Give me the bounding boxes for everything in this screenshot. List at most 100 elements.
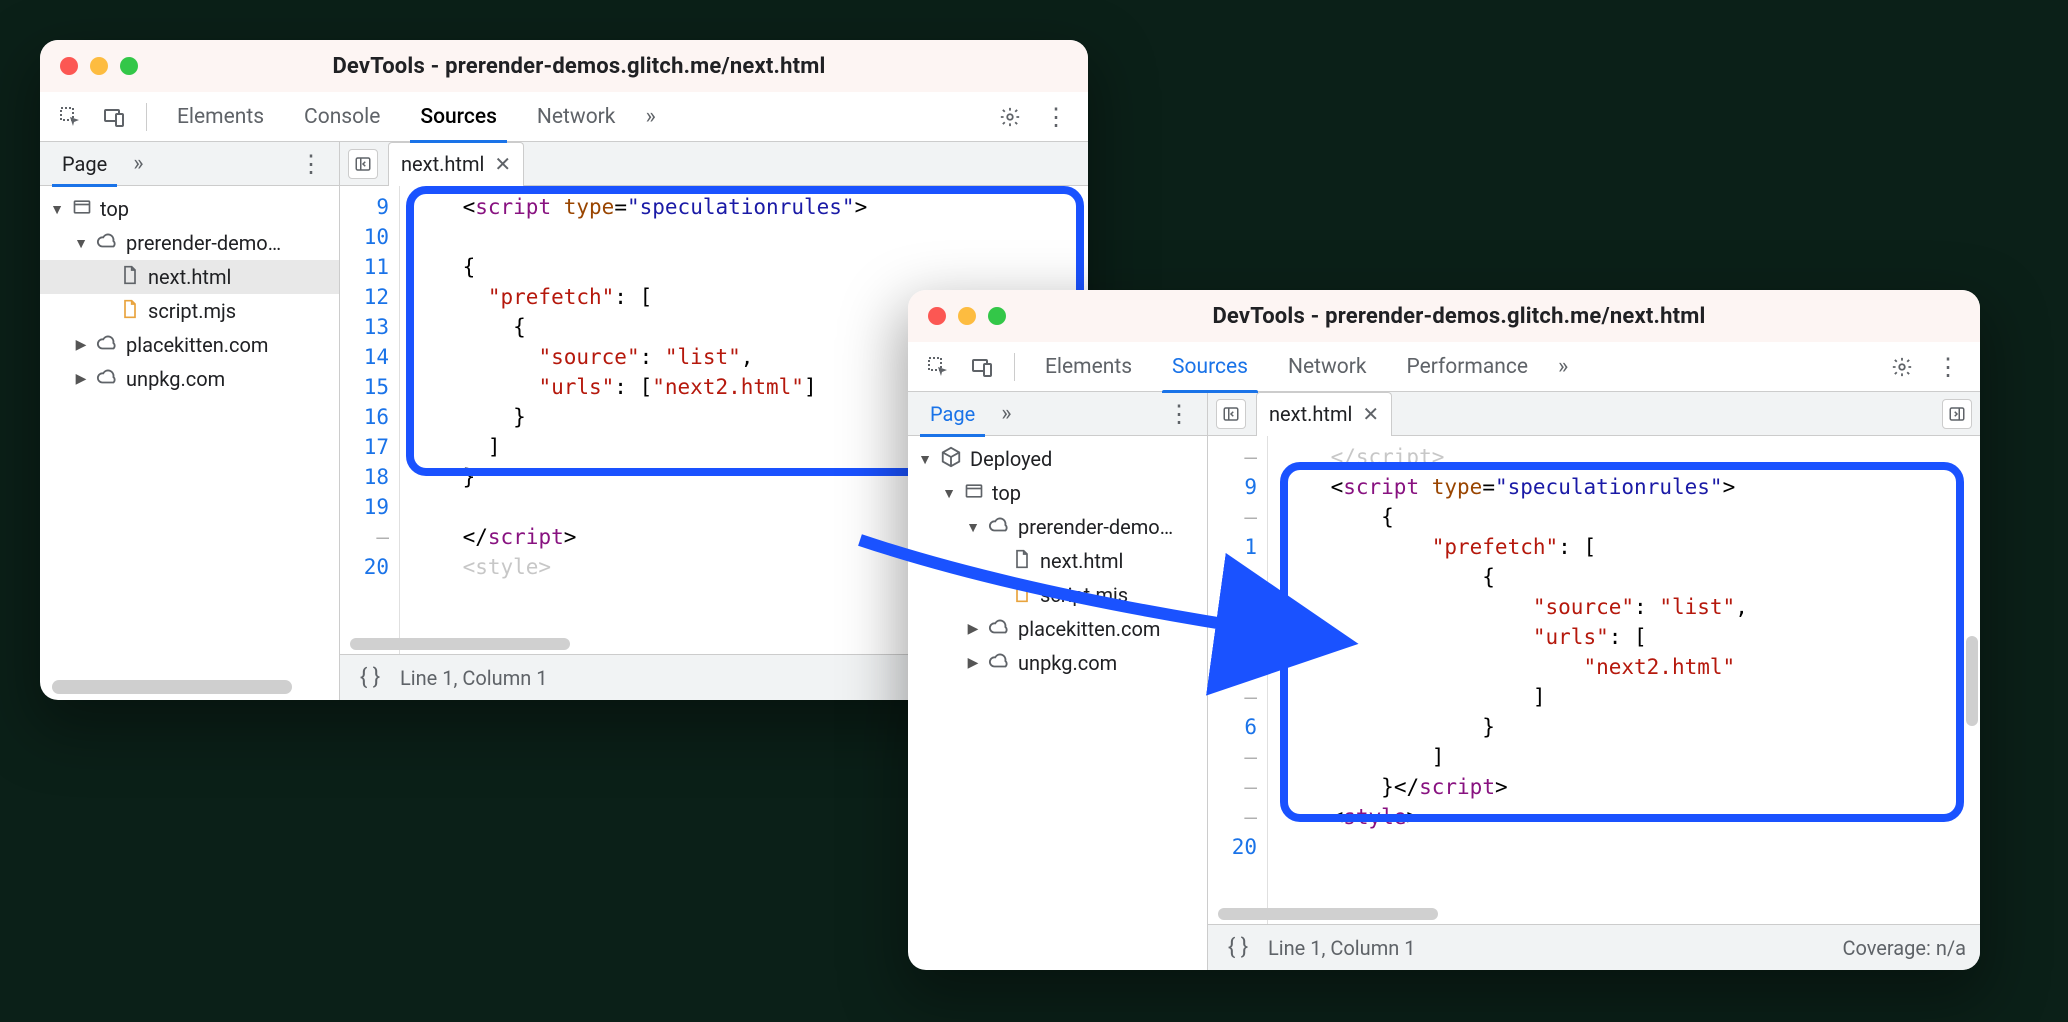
sidebar-more-icon[interactable]: » — [127, 151, 149, 176]
tree-row[interactable]: prerender-demo… — [40, 226, 339, 260]
sidebar-kebab-icon[interactable]: ⋮ — [1159, 400, 1199, 428]
disclosure-triangle-icon[interactable] — [74, 371, 88, 387]
pretty-print-icon[interactable]: { } — [354, 662, 386, 694]
tree-row[interactable]: next.html — [908, 544, 1207, 578]
close-tab-icon[interactable]: ✕ — [1362, 402, 1379, 426]
editor-tab[interactable]: next.html ✕ — [388, 142, 524, 186]
disclosure-triangle-icon[interactable] — [966, 519, 980, 536]
disclosure-triangle-icon[interactable] — [918, 451, 932, 468]
code-line: "prefetch": [ — [1280, 532, 1968, 562]
cloud-icon — [988, 514, 1010, 541]
tree-row[interactable]: top — [40, 192, 339, 226]
titlebar: DevTools - prerender-demos.glitch.me/nex… — [908, 290, 1980, 342]
filejs-icon — [120, 299, 140, 324]
sidebar-kebab-icon[interactable]: ⋮ — [291, 150, 331, 178]
line-number: – — [1208, 742, 1257, 772]
minimize-icon[interactable] — [958, 307, 976, 325]
kebab-icon[interactable]: ⋮ — [1036, 103, 1076, 131]
tree-row[interactable]: top — [908, 476, 1207, 510]
code-line: { — [1280, 562, 1968, 592]
more-tabs-icon[interactable]: » — [1552, 354, 1574, 379]
sidebar-tab-page[interactable]: Page — [916, 392, 989, 436]
divider — [146, 103, 147, 131]
tree-row[interactable]: Deployed — [908, 442, 1207, 476]
line-number: 1 — [1208, 532, 1257, 562]
disclosure-triangle-icon[interactable] — [966, 621, 980, 637]
horizontal-scrollbar[interactable] — [1218, 908, 1438, 920]
editor-tab[interactable]: next.html ✕ — [1256, 392, 1392, 436]
page-scrollbar[interactable] — [52, 680, 292, 694]
tab-performance[interactable]: Performance — [1390, 342, 1543, 392]
tree-label: top — [992, 481, 1021, 505]
pretty-print-icon[interactable]: { } — [1222, 932, 1254, 964]
tab-console[interactable]: Console — [288, 92, 396, 142]
tree-row[interactable]: next.html — [40, 260, 339, 294]
sidebar-tab-page[interactable]: Page — [48, 142, 121, 186]
minimize-icon[interactable] — [90, 57, 108, 75]
tab-elements[interactable]: Elements — [161, 92, 280, 142]
gear-icon[interactable] — [1884, 349, 1920, 385]
navigator-toggle-icon[interactable] — [1216, 399, 1246, 429]
debugger-toggle-icon[interactable] — [1942, 399, 1972, 429]
vertical-scrollbar[interactable] — [1966, 636, 1978, 726]
cloud-icon — [96, 332, 118, 359]
kebab-icon[interactable]: ⋮ — [1928, 353, 1968, 381]
disclosure-triangle-icon[interactable] — [942, 485, 956, 502]
line-number: 6 — [1208, 712, 1257, 742]
divider — [1014, 353, 1015, 381]
code-editor[interactable]: –9–1–3–––6–––20 </script> <script type="… — [1208, 436, 1980, 924]
tab-sources[interactable]: Sources — [1156, 342, 1264, 392]
cloud-icon — [988, 650, 1010, 677]
tab-network[interactable]: Network — [1272, 342, 1383, 392]
zoom-icon[interactable] — [988, 307, 1006, 325]
close-icon[interactable] — [60, 57, 78, 75]
tab-sources[interactable]: Sources — [404, 92, 513, 142]
editor-tab-label: next.html — [1269, 402, 1352, 426]
tree-row[interactable]: placekitten.com — [908, 612, 1207, 646]
tab-elements[interactable]: Elements — [1029, 342, 1148, 392]
cursor-position: Line 1, Column 1 — [400, 666, 547, 690]
frame-icon — [964, 481, 984, 506]
traffic-lights — [928, 307, 1006, 325]
more-tabs-icon[interactable]: » — [639, 104, 661, 129]
frame-icon — [72, 197, 92, 222]
tree-row[interactable]: script.mjs — [40, 294, 339, 328]
zoom-icon[interactable] — [120, 57, 138, 75]
gutter: –9–1–3–––6–––20 — [1208, 436, 1268, 924]
sidebar-more-icon[interactable]: » — [995, 401, 1017, 426]
tree-row[interactable]: prerender-demo… — [908, 510, 1207, 544]
code-lines: </script> <script type="speculationrules… — [1268, 436, 1980, 924]
line-number: 17 — [340, 432, 389, 462]
inspect-icon[interactable] — [52, 99, 88, 135]
tree-label: script.mjs — [1040, 583, 1128, 607]
line-number: – — [1208, 622, 1257, 652]
tree-row[interactable]: placekitten.com — [40, 328, 339, 362]
sidebar-tabs: Page » ⋮ — [40, 142, 339, 186]
tree-label: Deployed — [970, 447, 1052, 471]
disclosure-triangle-icon[interactable] — [966, 655, 980, 671]
device-toolbar-icon[interactable] — [96, 99, 132, 135]
code-line: ] — [1280, 742, 1968, 772]
disclosure-triangle-icon[interactable] — [74, 337, 88, 353]
line-number: 9 — [1208, 472, 1257, 502]
tab-network[interactable]: Network — [521, 92, 632, 142]
line-number: – — [1208, 502, 1257, 532]
device-toolbar-icon[interactable] — [964, 349, 1000, 385]
tree-row[interactable]: unpkg.com — [908, 646, 1207, 680]
line-number: – — [1208, 562, 1257, 592]
close-icon[interactable] — [928, 307, 946, 325]
close-tab-icon[interactable]: ✕ — [494, 152, 511, 176]
tree-row[interactable]: unpkg.com — [40, 362, 339, 396]
window-title: DevTools - prerender-demos.glitch.me/nex… — [150, 54, 1008, 79]
code-line: "next2.html" — [1280, 652, 1968, 682]
navigator-toggle-icon[interactable] — [348, 149, 378, 179]
horizontal-scrollbar[interactable] — [350, 638, 570, 650]
gear-icon[interactable] — [992, 99, 1028, 135]
disclosure-triangle-icon[interactable] — [74, 235, 88, 252]
body-split: Page » ⋮ Deployedtopprerender-demo…next.… — [908, 392, 1980, 970]
disclosure-triangle-icon[interactable] — [50, 201, 64, 218]
line-number: 12 — [340, 282, 389, 312]
tree-row[interactable]: script.mjs — [908, 578, 1207, 612]
file-tree: topprerender-demo…next.htmlscript.mjspla… — [40, 186, 339, 700]
inspect-icon[interactable] — [920, 349, 956, 385]
